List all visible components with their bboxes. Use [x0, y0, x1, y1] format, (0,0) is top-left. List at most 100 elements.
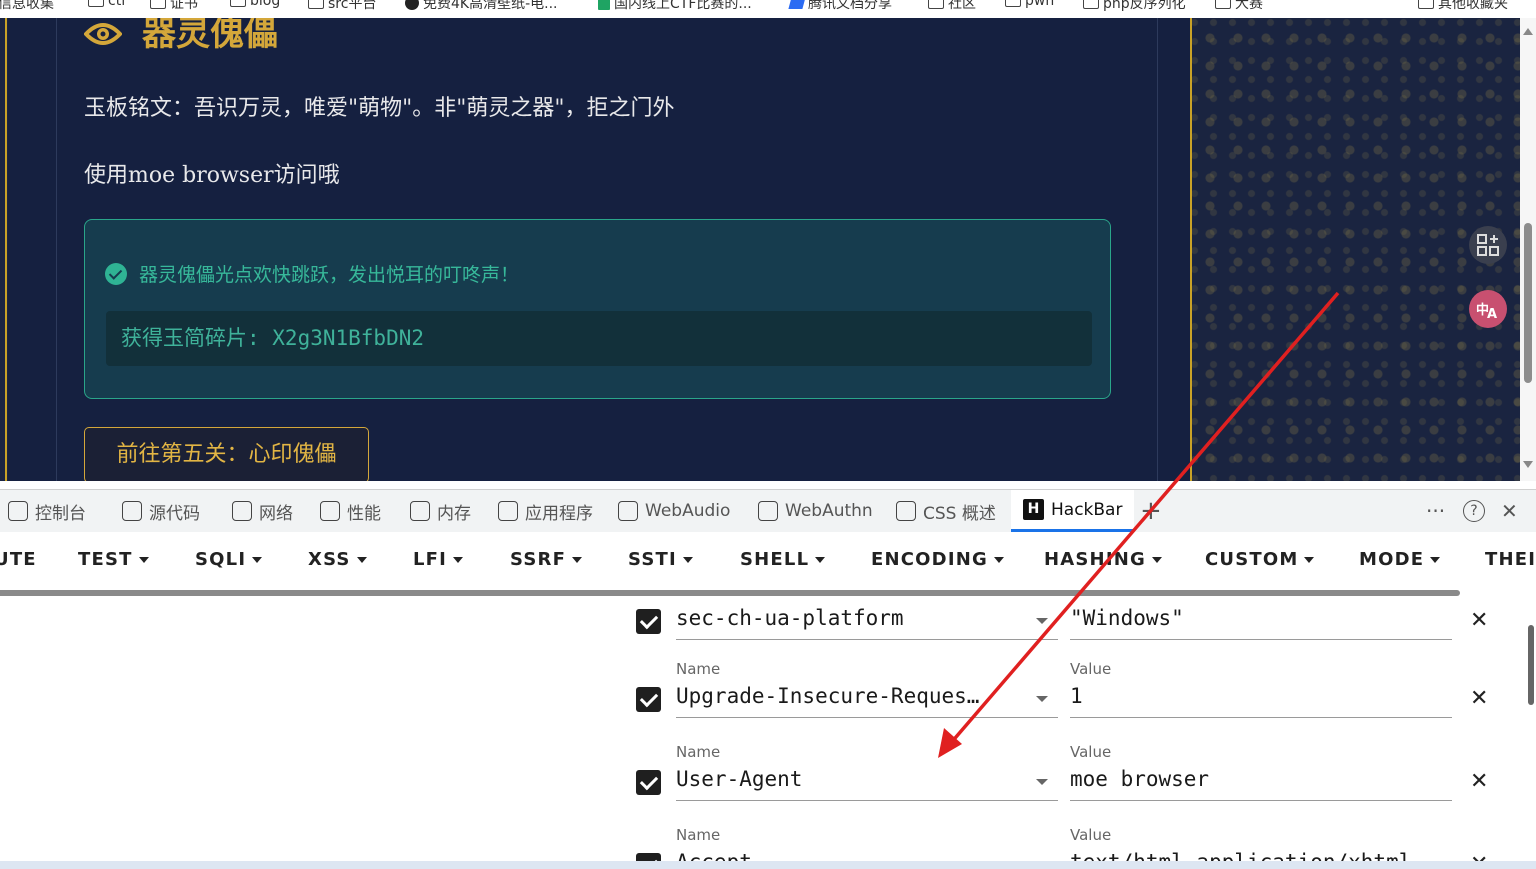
scroll-up-icon[interactable] [1523, 28, 1533, 35]
apps-add-icon[interactable] [1469, 226, 1507, 264]
folder-icon [1215, 0, 1231, 9]
menu-label: SSRF [510, 549, 567, 570]
bookmark-label: php反序列化 [1103, 0, 1186, 12]
chevron-down-icon [1430, 556, 1441, 563]
menu-label: SQLI [195, 549, 247, 570]
tab-应用程序[interactable]: 应用程序 [498, 490, 593, 532]
menu-encoding[interactable]: ENCODING [871, 549, 1004, 570]
header-value-input[interactable]: "Windows" [1070, 606, 1450, 630]
devtools-scroll-thumb[interactable] [1528, 625, 1534, 705]
bookmark-item[interactable]: src平台 [308, 0, 376, 13]
header-value-input[interactable]: 1 [1070, 684, 1450, 708]
bookmark-item[interactable]: ctf [88, 0, 126, 9]
status-strip [0, 861, 1536, 869]
remove-header-icon[interactable]: ✕ [1470, 769, 1488, 794]
name-label: Name [676, 826, 721, 844]
bookmark-item[interactable]: pwn [1005, 0, 1054, 9]
bookmark-item[interactable]: blog [230, 0, 280, 9]
bookmark-label: 大赛 [1235, 0, 1263, 12]
menu-custom[interactable]: CUSTOM [1205, 549, 1315, 570]
page-scrollbar[interactable] [1520, 18, 1536, 481]
more-options-icon[interactable]: ··· [1426, 490, 1445, 532]
menu-label: XSS [308, 549, 351, 570]
chevron-down-icon[interactable] [1036, 618, 1048, 624]
bookmark-item[interactable]: 腾讯文档分享 [788, 0, 892, 13]
bookmark-item[interactable]: 社区 [928, 0, 976, 13]
scroll-thumb[interactable] [1524, 223, 1532, 383]
check-circle-icon [105, 262, 127, 285]
menu-hashing[interactable]: HASHING [1044, 549, 1162, 570]
tab-hackbar[interactable]: H HackBar [1011, 490, 1135, 532]
tab-控制台[interactable]: 控制台 [8, 490, 86, 532]
bookmark-item[interactable]: 信息收集 [0, 0, 54, 13]
bookmark-label: 社区 [948, 0, 976, 12]
tab-webauthn[interactable]: WebAuthn [758, 490, 873, 532]
menu-label: SSTI [628, 549, 677, 570]
menu-label: MODE [1359, 549, 1425, 570]
tab-label: 网络 [259, 503, 293, 524]
tab-label: 源代码 [149, 503, 200, 524]
scroll-down-icon[interactable] [1523, 461, 1533, 468]
menu-label: THEI [1485, 549, 1536, 570]
title-row: 器灵傀儡 [84, 18, 278, 54]
folder-icon [1083, 0, 1099, 9]
tab-性能[interactable]: 性能 [320, 490, 381, 532]
menu-ssti[interactable]: SSTI [628, 549, 693, 570]
chevron-down-icon [993, 556, 1004, 563]
tab-label: WebAudio [645, 501, 731, 521]
success-message: 器灵傀儡光点欢快跳跃，发出悦耳的叮咚声！ [105, 260, 519, 287]
help-icon[interactable]: ? [1463, 490, 1485, 532]
header-enabled-checkbox[interactable] [636, 609, 661, 634]
next-level-button[interactable]: 前往第五关：心印傀儡 [84, 427, 369, 481]
menu-thei[interactable]: THEI [1485, 549, 1536, 570]
tab-源代码[interactable]: 源代码 [122, 490, 200, 532]
wifi-icon [232, 501, 252, 521]
value-label: Value [1070, 660, 1112, 678]
bookmark-item[interactable]: 大赛 [1215, 0, 1263, 13]
chevron-down-icon[interactable] [1036, 696, 1048, 702]
css-icon [896, 501, 916, 521]
chevron-down-icon [572, 556, 583, 563]
translate-icon[interactable]: 中 A [1469, 290, 1507, 328]
header-name-input[interactable]: sec-ch-ua-platform [676, 606, 1016, 630]
menu-test[interactable]: TEST [78, 549, 149, 570]
menu-ute[interactable]: UTE [0, 549, 37, 570]
add-tab-icon[interactable]: + [1140, 490, 1162, 532]
menu-mode[interactable]: MODE [1359, 549, 1441, 570]
header-name-input[interactable]: User-Agent [676, 767, 1016, 791]
menu-ssrf[interactable]: SSRF [510, 549, 583, 570]
remove-header-icon[interactable]: ✕ [1470, 608, 1488, 633]
chevron-down-icon [1304, 556, 1315, 563]
menu-sqli[interactable]: SQLI [195, 549, 263, 570]
success-text: 器灵傀儡光点欢快跳跃，发出悦耳的叮咚声！ [139, 264, 520, 286]
close-devtools-icon[interactable]: ✕ [1501, 490, 1518, 532]
bookmark-item[interactable]: 国内线上CTF比赛的... [598, 0, 752, 13]
header-row: Name Value Upgrade-Insecure-Reques… 1 ✕ [0, 658, 1536, 738]
bookmark-item[interactable]: 免费4K高清壁纸-电... [405, 0, 558, 13]
bookmark-item[interactable]: 其他收藏夹 [1418, 0, 1508, 13]
menu-xss[interactable]: XSS [308, 549, 367, 570]
chevron-down-icon[interactable] [1036, 779, 1048, 785]
header-enabled-checkbox[interactable] [636, 770, 661, 795]
bookmark-item[interactable]: 证书 [150, 0, 198, 13]
header-value-input[interactable]: moe browser [1070, 767, 1450, 791]
header-enabled-checkbox[interactable] [636, 687, 661, 712]
svg-text:A: A [1487, 307, 1497, 320]
speaker-icon [618, 501, 638, 521]
header-name-input[interactable]: Upgrade-Insecure-Reques… [676, 684, 1016, 708]
chevron-down-icon [682, 556, 693, 563]
chevron-down-icon [356, 556, 367, 563]
menu-label: TEST [78, 549, 133, 570]
menu-shell[interactable]: SHELL [740, 549, 826, 570]
bookmark-item[interactable]: php反序列化 [1083, 0, 1186, 13]
value-underline [1070, 639, 1452, 640]
tab-css-概述[interactable]: CSS 概述 [896, 490, 996, 532]
help-glyph: ? [1463, 500, 1485, 522]
tab-内存[interactable]: 内存 [410, 490, 471, 532]
tab-webaudio[interactable]: WebAudio [618, 490, 730, 532]
remove-header-icon[interactable]: ✕ [1470, 686, 1488, 711]
tab-label: 控制台 [35, 503, 86, 524]
menu-lfi[interactable]: LFI [413, 549, 464, 570]
tab-网络[interactable]: 网络 [232, 490, 293, 532]
value-label: Value [1070, 743, 1112, 761]
